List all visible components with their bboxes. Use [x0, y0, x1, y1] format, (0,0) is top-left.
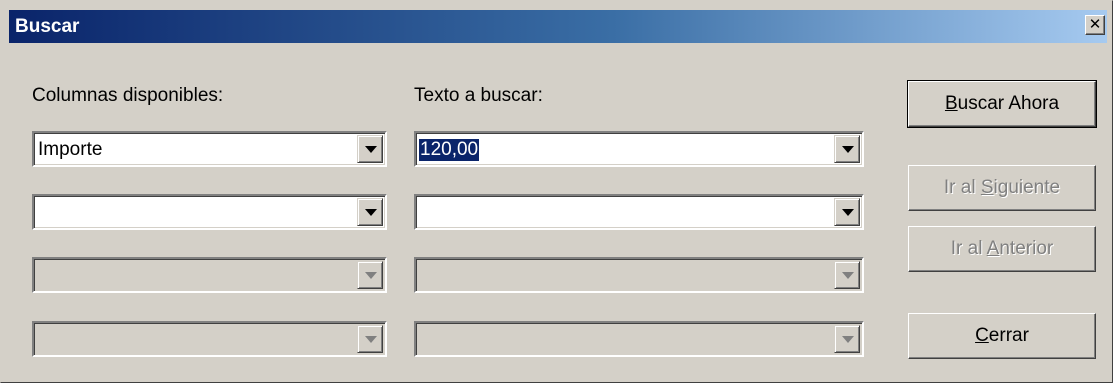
close-icon: ✕ [1088, 16, 1102, 33]
button-label-suffix: errar [988, 325, 1029, 346]
chevron-down-icon [357, 261, 383, 289]
search-text-value: 120,00 [419, 139, 480, 161]
column-select-3 [32, 257, 387, 293]
go-next-button: Ir al Siguiente [908, 165, 1096, 211]
button-accelerator: B [944, 93, 958, 114]
column-select-4 [32, 321, 387, 357]
button-label-suffix: uscar Ahora [957, 93, 1060, 114]
search-dialog: Buscar ✕ Columnas disponibles: Texto a b… [0, 0, 1113, 383]
close-button[interactable]: Cerrar [908, 313, 1096, 359]
chevron-down-icon[interactable] [357, 135, 383, 163]
chevron-down-icon[interactable] [357, 198, 383, 226]
button-label-prefix: Ir al [950, 238, 987, 259]
chevron-down-icon [834, 325, 860, 353]
search-text-combo-4 [414, 321, 864, 357]
search-now-button[interactable]: Buscar Ahora [907, 80, 1097, 128]
button-accelerator: C [975, 325, 989, 346]
search-text-combo-1[interactable]: 120,00 [414, 131, 864, 167]
column-select-1[interactable]: Importe [32, 131, 387, 167]
go-previous-button: Ir al Anterior [908, 226, 1096, 272]
column-select-2[interactable] [32, 194, 387, 230]
chevron-down-icon[interactable] [834, 198, 860, 226]
chevron-down-icon [834, 261, 860, 289]
button-label-suffix: iguiente [993, 177, 1061, 198]
column-select-value: Importe [38, 139, 103, 160]
chevron-down-icon[interactable] [834, 135, 860, 163]
columns-label: Columnas disponibles: [32, 85, 224, 106]
window-title: Buscar [15, 16, 80, 37]
button-label-prefix: Ir al [943, 177, 981, 198]
button-accelerator: A [986, 238, 1000, 259]
button-accelerator: S [980, 177, 994, 198]
title-bar[interactable]: Buscar ✕ [9, 10, 1107, 43]
close-window-button[interactable]: ✕ [1085, 15, 1105, 35]
button-label-suffix: nterior [999, 238, 1054, 259]
chevron-down-icon [357, 325, 383, 353]
search-text-combo-3 [414, 257, 864, 293]
search-text-label: Texto a buscar: [414, 85, 543, 106]
search-text-combo-2[interactable] [414, 194, 864, 230]
